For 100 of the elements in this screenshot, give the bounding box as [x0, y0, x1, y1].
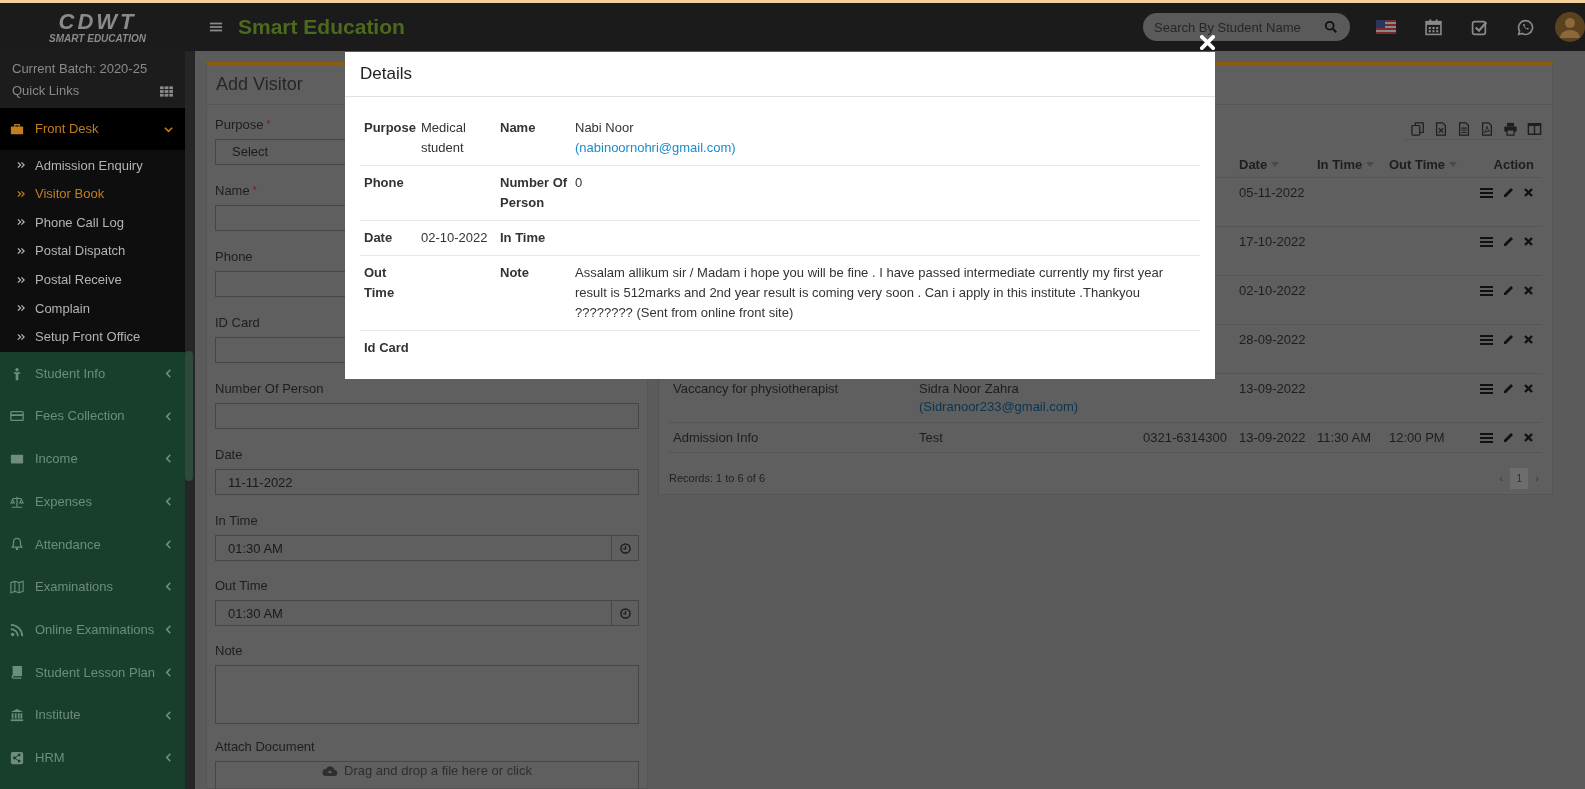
table-cell: 0321-6314300 — [1143, 429, 1227, 447]
sidebar-item[interactable]: Admission Enquiry — [0, 151, 185, 180]
table-cell: 17-10-2022 — [1239, 233, 1306, 251]
detail-label: Phone — [364, 175, 404, 190]
sidebar-group[interactable]: HRM — [0, 736, 185, 780]
list-icon[interactable] — [1480, 383, 1493, 395]
list-icon[interactable] — [1480, 285, 1493, 297]
records-count: Records: 1 to 6 of 6 — [669, 471, 765, 486]
delete-icon[interactable] — [1523, 334, 1534, 345]
double-chevron-icon — [17, 218, 25, 227]
sidebar-group[interactable]: Fees Collection — [0, 394, 185, 438]
flag-icon[interactable] — [1376, 20, 1396, 34]
previous-page-link[interactable]: ‹ — [1496, 470, 1507, 487]
field-label: Note — [215, 642, 243, 660]
sidebar-item[interactable]: Postal Dispatch — [0, 236, 185, 266]
sidebar-group[interactable]: Student Lesson Plan — [0, 650, 185, 694]
double-chevron-icon — [17, 332, 25, 341]
time-field[interactable]: 01:30 AM — [215, 535, 612, 561]
detail-label: Name — [500, 120, 536, 135]
list-icon[interactable] — [1480, 432, 1493, 444]
sidebar-item[interactable]: Phone Call Log — [0, 208, 185, 237]
print-icon[interactable] — [1503, 121, 1518, 136]
scrollbar-thumb[interactable] — [185, 351, 193, 481]
chat-icon[interactable] — [1517, 18, 1534, 36]
checkbox-icon[interactable] — [1471, 18, 1488, 36]
clock-button[interactable] — [612, 600, 639, 626]
delete-icon[interactable] — [1523, 187, 1534, 198]
time-field[interactable]: 01:30 AM — [215, 600, 612, 626]
double-chevron-icon — [17, 247, 25, 256]
modal-title: Details — [360, 63, 412, 86]
clock-icon — [619, 542, 631, 554]
field-label: Out Time — [215, 577, 268, 595]
copy-icon[interactable] — [1411, 121, 1425, 136]
pencil-icon[interactable] — [1502, 236, 1514, 248]
pencil-icon[interactable] — [1502, 334, 1514, 346]
next-page-link[interactable]: › — [1532, 470, 1542, 487]
table-cell: 12:00 PM — [1389, 429, 1445, 447]
sidebar-group[interactable]: Student Info — [0, 352, 185, 395]
delete-icon[interactable] — [1523, 432, 1534, 443]
columns-icon[interactable] — [1527, 121, 1542, 136]
table-cell: Vaccancy for physiotherapist — [673, 380, 839, 398]
textarea-field[interactable] — [215, 665, 639, 724]
pencil-icon[interactable] — [1502, 187, 1514, 199]
column-header[interactable]: In Time — [1317, 154, 1363, 175]
search-icon — [1324, 20, 1338, 34]
chevron-left-icon — [164, 625, 173, 635]
quick-links-link[interactable]: Quick Links — [12, 81, 80, 101]
pencil-icon[interactable] — [1502, 432, 1514, 444]
detail-value: 0 — [575, 174, 583, 192]
sidebar-group[interactable]: Attendance — [0, 522, 185, 566]
calendar-icon[interactable] — [1425, 18, 1442, 36]
detail-label: Purpose — [364, 120, 416, 135]
avatar-icon[interactable] — [1555, 12, 1585, 42]
cloud-upload-icon — [322, 764, 339, 777]
sidebar-item[interactable]: Complain — [0, 293, 185, 323]
email-link[interactable]: (nabinoornohri@gmail.com) — [575, 138, 736, 158]
email-link[interactable]: (Sidranoor233@gmail.com) — [919, 398, 1079, 416]
sidebar-group[interactable]: Expenses — [0, 480, 185, 523]
briefcase-icon — [10, 122, 24, 136]
sidebar-group[interactable]: Online Examinations — [0, 608, 185, 651]
detail-label: Date — [364, 230, 393, 245]
input-field[interactable]: 11-11-2022 — [215, 469, 639, 495]
detail-label: Id Card — [364, 340, 409, 355]
delete-icon[interactable] — [1523, 236, 1534, 247]
sidebar-group[interactable]: Front Desk — [0, 108, 185, 150]
delete-icon[interactable] — [1523, 285, 1534, 296]
field-label: Number Of Person — [215, 380, 324, 398]
delete-icon[interactable] — [1523, 383, 1534, 394]
sidebar-item[interactable]: Postal Receive — [0, 265, 185, 294]
close-icon[interactable] — [1200, 35, 1215, 50]
clock-button[interactable] — [612, 535, 639, 561]
sidebar-item[interactable]: Setup Front Office — [0, 322, 185, 352]
input-field[interactable] — [215, 403, 639, 429]
sidebar-group[interactable]: Institute — [0, 693, 185, 737]
pencil-icon[interactable] — [1502, 285, 1514, 297]
clock-icon — [619, 607, 631, 619]
document-icon[interactable] — [1457, 121, 1471, 136]
pencil-icon[interactable] — [1502, 383, 1514, 395]
pdf-icon[interactable] — [1480, 121, 1494, 136]
sidebar-group[interactable]: Income — [0, 437, 185, 481]
chevron-left-icon — [164, 454, 173, 464]
field-label: In Time — [215, 512, 258, 530]
column-header[interactable]: Out Time — [1389, 154, 1446, 175]
list-icon[interactable] — [1480, 334, 1493, 346]
list-icon[interactable] — [1480, 236, 1493, 248]
logo-title: CDWT — [58, 10, 137, 33]
map-icon — [10, 579, 24, 594]
column-header[interactable]: Date — [1239, 154, 1268, 175]
table-cell: Admission Info — [673, 429, 759, 447]
list-icon[interactable] — [1480, 187, 1493, 199]
chevron-left-icon — [164, 582, 173, 592]
page-link[interactable]: 1 — [1510, 468, 1529, 489]
detail-label: Note — [500, 265, 529, 280]
sidebar-item[interactable]: Visitor Book — [0, 179, 185, 209]
column-header: Action — [1493, 155, 1534, 174]
spreadsheet-icon[interactable] — [1434, 121, 1448, 136]
sidebar-group[interactable]: Examinations — [0, 565, 185, 609]
field-label: Date — [215, 446, 243, 464]
menu-icon[interactable] — [209, 20, 223, 34]
chevron-left-icon — [164, 667, 173, 677]
